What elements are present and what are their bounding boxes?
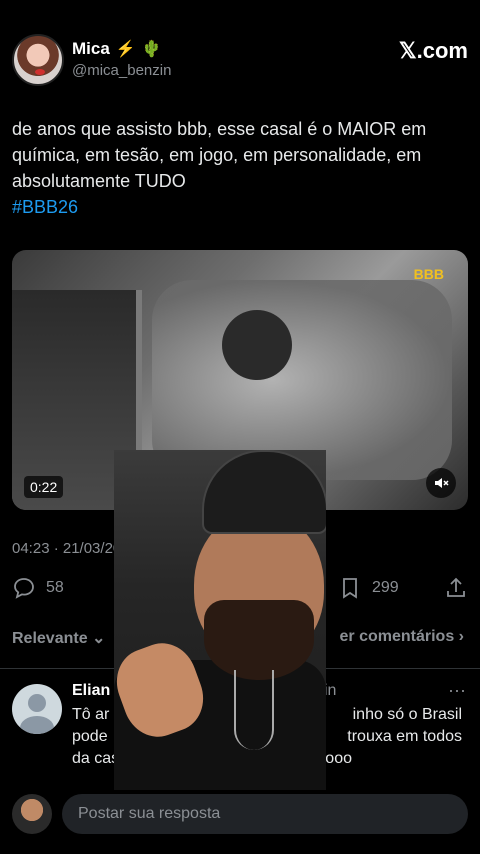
share-button[interactable]	[444, 576, 468, 600]
bookmark-count: 299	[372, 579, 399, 596]
user-avatar[interactable]	[12, 794, 52, 834]
reply-icon	[14, 578, 34, 599]
lightning-emoji-icon: ⚡	[115, 41, 136, 58]
post-body: de anos que assisto bbb, esse casal é o …	[12, 119, 427, 191]
see-comments-label: er comentários	[339, 628, 455, 645]
chevron-down-icon: ⌄	[92, 630, 106, 647]
share-icon	[447, 577, 465, 597]
video-duration: 0:22	[24, 476, 64, 498]
post-header: Mica ⚡ 🌵 @mica_benzin 𝕏.com	[12, 34, 468, 90]
post-text: de anos que assisto bbb, esse casal é o …	[12, 116, 468, 220]
reply-line-2-left: pode	[72, 728, 108, 745]
bookmark-button[interactable]: 299	[338, 576, 399, 600]
more-options-icon[interactable]: ···	[448, 680, 466, 701]
overlay-cap	[202, 450, 326, 534]
avatar-detail	[35, 69, 45, 75]
see-comments-link[interactable]: er comentários ›	[340, 628, 465, 646]
reply-input[interactable]	[62, 794, 468, 834]
sort-dropdown[interactable]: Relevante ⌄	[12, 628, 105, 648]
author-name-row: Mica ⚡ 🌵	[72, 39, 162, 59]
reply-avatar[interactable]	[12, 684, 62, 734]
speaker-muted-glyph	[435, 478, 449, 488]
author-handle[interactable]: @mica_benzin	[72, 62, 171, 79]
video-frame-person	[222, 310, 292, 380]
reply-line-2-right: trouxa em todos	[347, 728, 462, 745]
overlay-chain	[234, 670, 274, 750]
overlay-beard	[204, 600, 314, 680]
x-com-logo: 𝕏.com	[398, 38, 468, 63]
reply-author-name[interactable]: Elian	[72, 682, 110, 700]
reply-line-1-right: inho só o Brasil	[352, 706, 462, 723]
sort-label: Relevante	[12, 630, 88, 647]
reply-button[interactable]: 58	[12, 576, 64, 600]
author-name[interactable]: Mica	[72, 39, 110, 59]
reaction-video-overlay	[114, 450, 326, 792]
chevron-right-icon: ›	[458, 628, 464, 645]
bbb-watermark: BBB	[413, 266, 444, 282]
cactus-emoji-icon: 🌵	[141, 41, 162, 58]
speaker-muted-icon[interactable]	[426, 468, 456, 498]
reply-count: 58	[46, 579, 64, 596]
bookmark-icon	[343, 578, 357, 599]
reply-composer	[0, 790, 480, 854]
hashtag-link[interactable]: #BBB26	[12, 194, 468, 220]
author-avatar[interactable]	[12, 34, 64, 86]
reply-line-1-left: Tô ar	[72, 706, 110, 723]
